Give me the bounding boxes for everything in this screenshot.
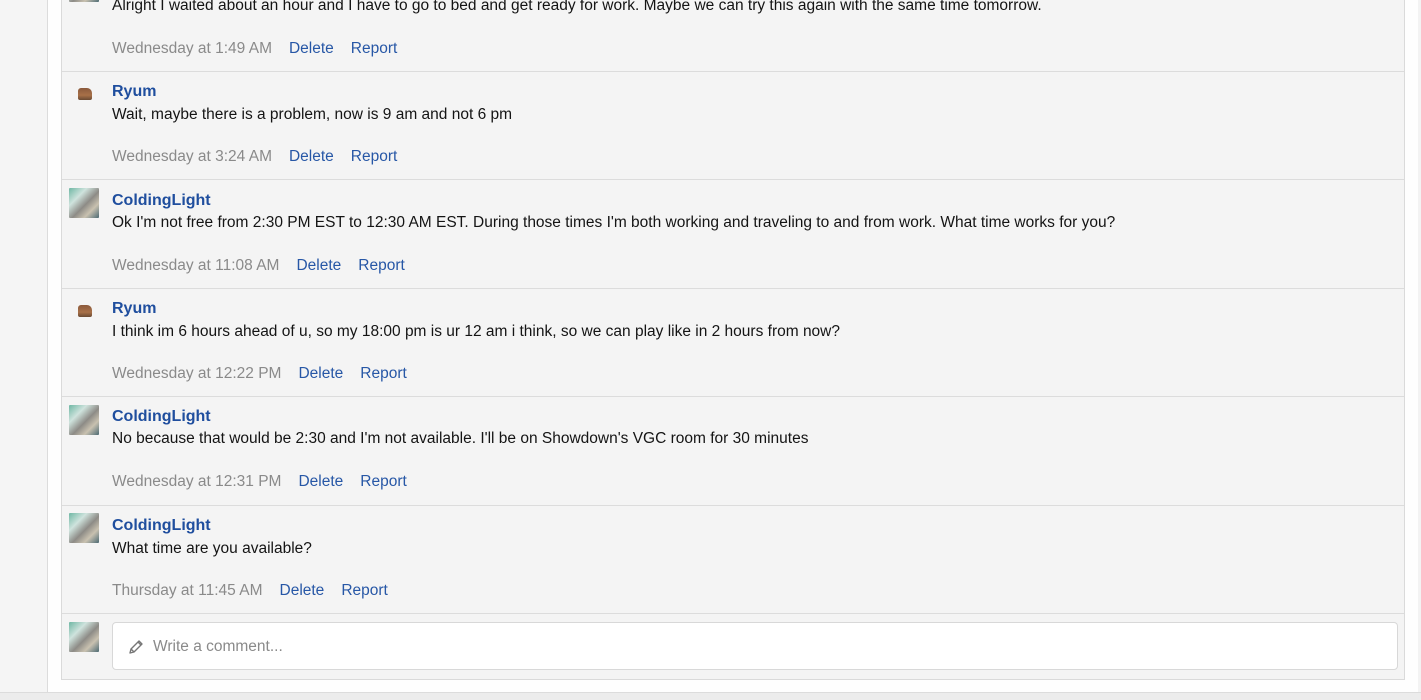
comment-timestamp[interactable]: Wednesday at 1:49 AM [112, 40, 272, 57]
comment-timestamp[interactable]: Thursday at 11:45 AM [112, 582, 263, 599]
report-link[interactable]: Report [351, 40, 398, 57]
comment-author[interactable]: ColdingLight [112, 192, 211, 210]
comment-text: I think im 6 hours ahead of u, so my 18:… [112, 323, 840, 340]
comment-item: Alright I waited about an hour and I hav… [62, 0, 1404, 72]
comment-author[interactable]: Ryum [112, 300, 156, 318]
comment-text: Wait, maybe there is a problem, now is 9… [112, 106, 513, 123]
avatar[interactable] [69, 0, 99, 2]
comment-timestamp[interactable]: Wednesday at 3:24 AM [112, 148, 272, 165]
comment-meta: Wednesday at 11:08 AM Delete Report [112, 257, 405, 275]
avatar[interactable] [69, 405, 99, 435]
comment-composer[interactable] [112, 622, 1398, 670]
delete-link[interactable]: Delete [289, 148, 334, 165]
comment-composer-row [62, 614, 1404, 680]
comment-meta: Wednesday at 12:22 PM Delete Report [112, 365, 407, 383]
comment-timestamp[interactable]: Wednesday at 12:31 PM [112, 473, 281, 490]
comment-text: Alright I waited about an hour and I hav… [112, 0, 1042, 14]
comment-item: ColdingLight Ok I'm not free from 2:30 P… [62, 180, 1404, 289]
avatar[interactable] [69, 513, 99, 543]
comment-author[interactable]: Ryum [112, 83, 156, 101]
comment-meta: Thursday at 11:45 AM Delete Report [112, 582, 388, 600]
report-link[interactable]: Report [360, 473, 407, 490]
comment-list: Alright I waited about an hour and I hav… [61, 0, 1405, 680]
delete-link[interactable]: Delete [280, 582, 325, 599]
comment-text: What time are you available? [112, 540, 312, 557]
comment-item: Ryum Wait, maybe there is a problem, now… [62, 72, 1404, 180]
pencil-icon [127, 638, 145, 656]
comment-text: Ok I'm not free from 2:30 PM EST to 12:3… [112, 214, 1116, 231]
delete-link[interactable]: Delete [289, 40, 334, 57]
comment-author[interactable]: ColdingLight [112, 408, 211, 426]
comment-item: ColdingLight No because that would be 2:… [62, 397, 1404, 506]
left-gutter [0, 0, 47, 699]
avatar[interactable] [78, 305, 92, 317]
comment-input[interactable] [151, 632, 1385, 662]
comment-meta: Wednesday at 12:31 PM Delete Report [112, 473, 407, 491]
delete-link[interactable]: Delete [298, 473, 343, 490]
delete-link[interactable]: Delete [298, 365, 343, 382]
comment-text: No because that would be 2:30 and I'm no… [112, 430, 809, 447]
avatar [69, 622, 99, 652]
report-link[interactable]: Report [358, 257, 405, 274]
comment-item: Ryum I think im 6 hours ahead of u, so m… [62, 289, 1404, 397]
avatar[interactable] [69, 188, 99, 218]
report-link[interactable]: Report [360, 365, 407, 382]
avatar[interactable] [78, 88, 92, 100]
comment-timestamp[interactable]: Wednesday at 12:22 PM [112, 365, 281, 382]
report-link[interactable]: Report [341, 582, 388, 599]
report-link[interactable]: Report [351, 148, 398, 165]
comment-timestamp[interactable]: Wednesday at 11:08 AM [112, 257, 279, 274]
comment-meta: Wednesday at 3:24 AM Delete Report [112, 148, 397, 166]
delete-link[interactable]: Delete [296, 257, 341, 274]
comment-author[interactable]: ColdingLight [112, 517, 211, 535]
comment-meta: Wednesday at 1:49 AM Delete Report [112, 40, 397, 58]
comment-item: ColdingLight What time are you available… [62, 506, 1404, 614]
